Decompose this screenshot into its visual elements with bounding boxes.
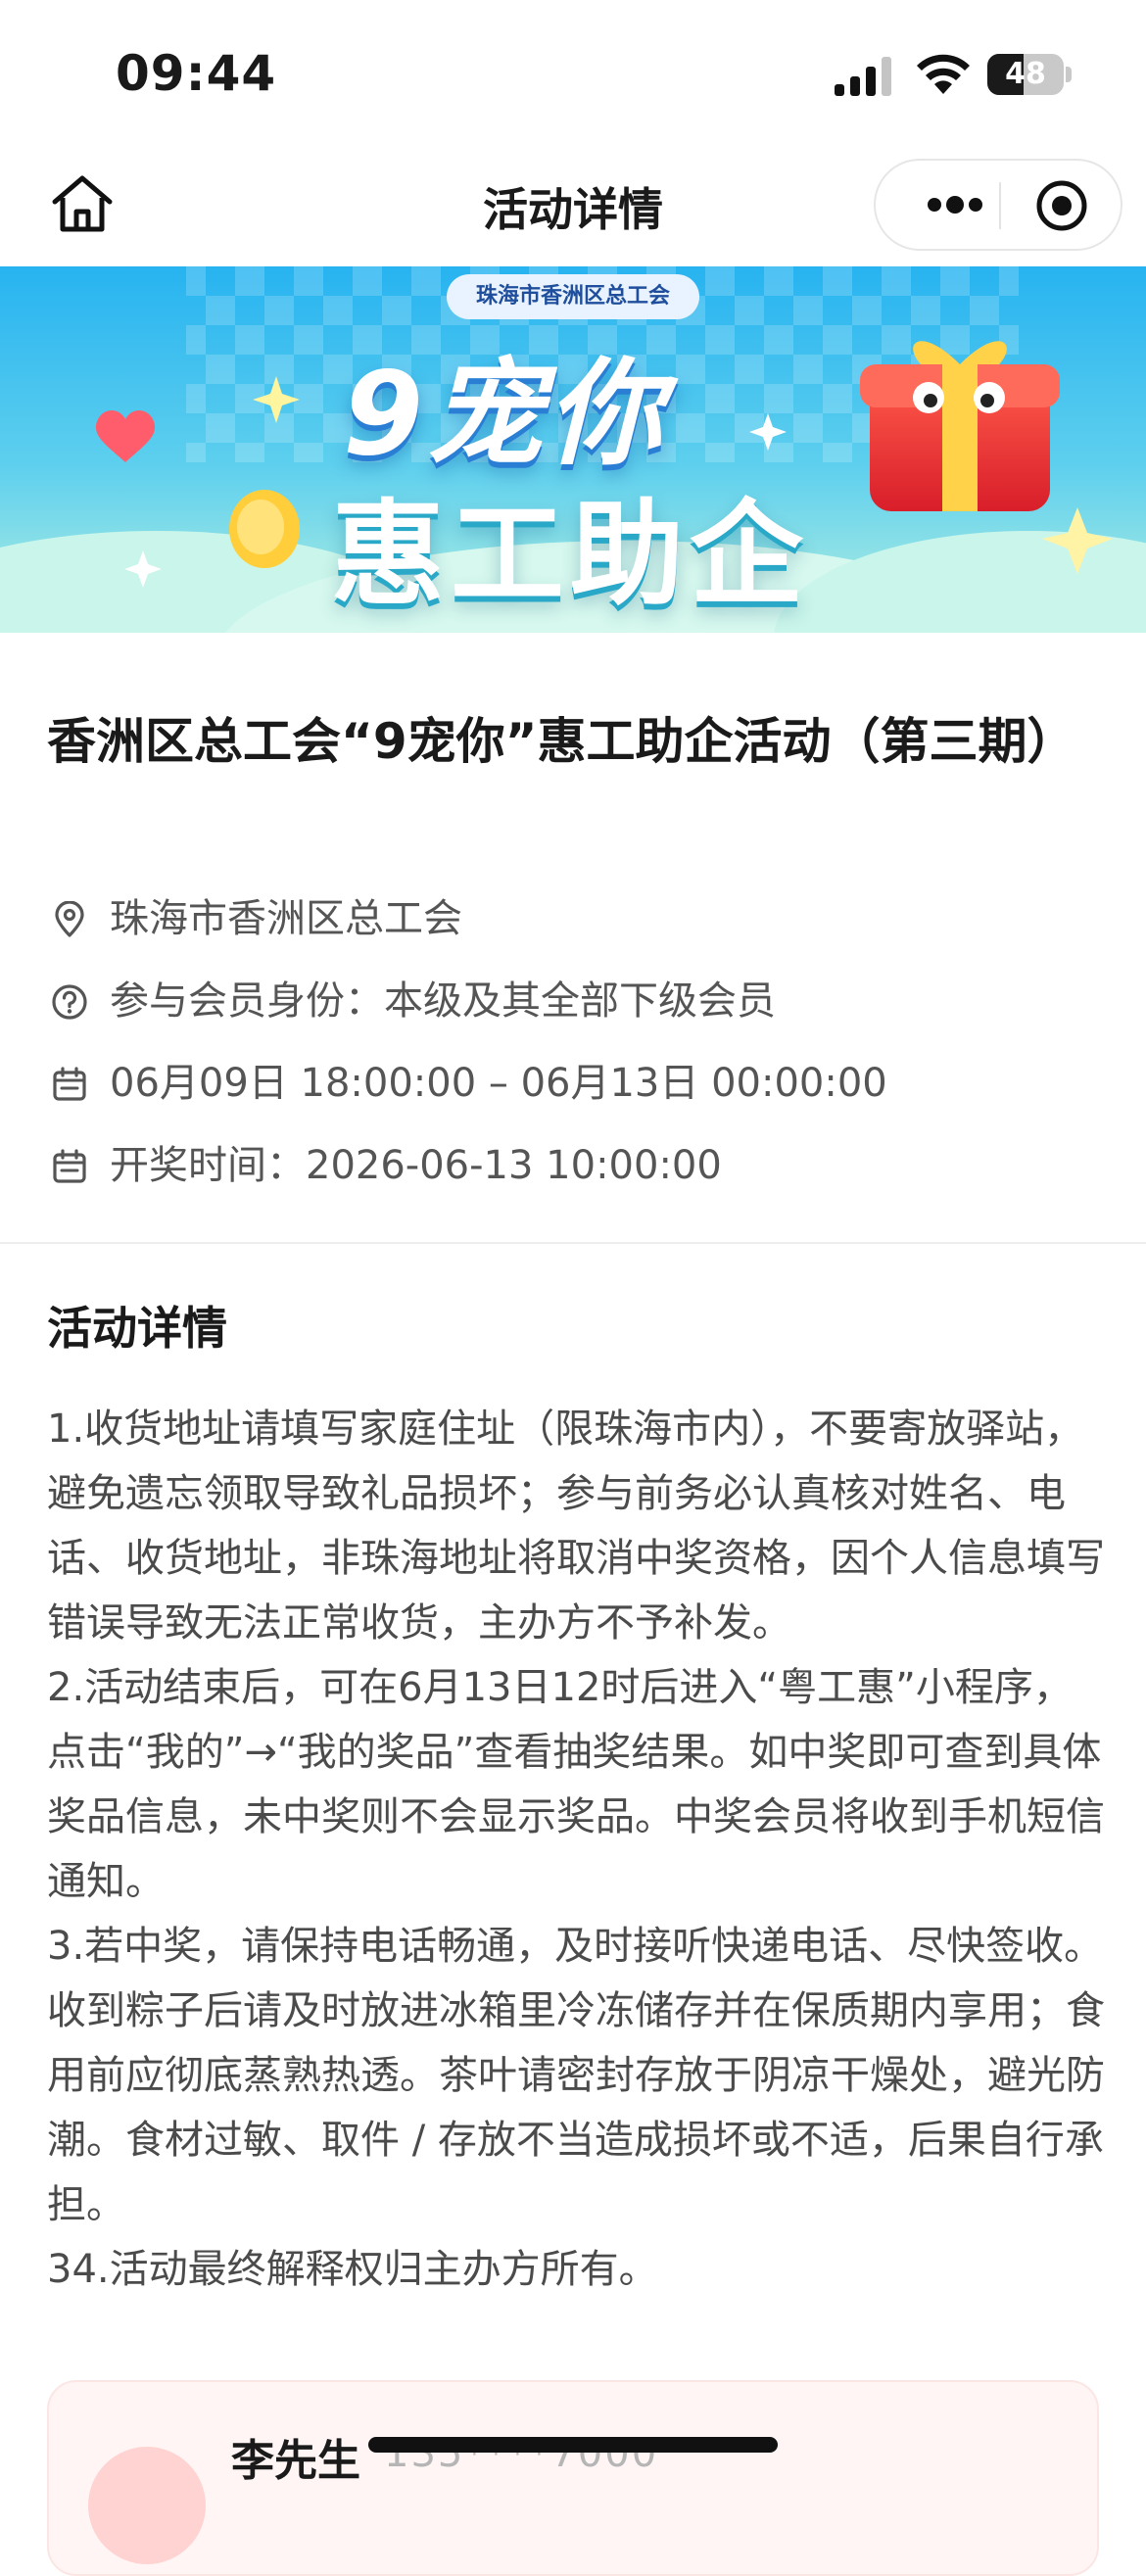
- contact-name: 李先生: [231, 2436, 360, 2486]
- details-item: 34.活动最终解释权归主办方所有。: [47, 2247, 658, 2292]
- event-banner: 珠海市香洲区总工会 9宠你 惠工助企: [0, 266, 1146, 633]
- avatar: [88, 2447, 206, 2564]
- details-heading: 活动详情: [47, 1302, 227, 1355]
- time-range-text: 06月09日 18:00:00 – 06月13日 00:00:00: [110, 1061, 887, 1106]
- mini-program-capsule: [874, 159, 1122, 251]
- member-identity-text: 参与会员身份：本级及其全部下级会员: [110, 978, 776, 1024]
- home-indicator[interactable]: [368, 2437, 778, 2453]
- status-bar: 09:44 48: [0, 0, 1146, 147]
- member-identity-row: 参与会员身份：本级及其全部下级会员: [47, 972, 1105, 1030]
- section-divider: [0, 1242, 1146, 1244]
- time-range-row: 06月09日 18:00:00 – 06月13日 00:00:00: [47, 1054, 1105, 1113]
- nav-bar: 活动详情: [0, 147, 1146, 266]
- event-title: 香洲区总工会“9宠你”惠工助企活动（第三期）: [47, 713, 1076, 770]
- details-body: 1.收货地址请填写家庭住址（限珠海市内），不要寄放驿站，避免遗忘领取导致礼品损坏…: [47, 1397, 1105, 2302]
- battery-level: 48: [1005, 57, 1046, 91]
- status-time: 09:44: [116, 45, 277, 102]
- close-target-icon[interactable]: [1034, 178, 1089, 233]
- banner-title-line2: 惠工助企: [331, 489, 809, 621]
- wifi-icon: [917, 54, 970, 94]
- banner-organizer-badge: 珠海市香洲区总工会: [447, 274, 699, 319]
- details-item: 1.收货地址请填写家庭住址（限珠海市内），不要寄放驿站，避免遗忘领取导致礼品损坏…: [47, 1407, 1105, 1646]
- question-circle-icon: [52, 984, 87, 1020]
- location-pin-icon: [55, 901, 84, 937]
- draw-time-text: 开奖时间：2026-06-13 10:00:00: [110, 1143, 722, 1188]
- calendar-icon: [53, 1149, 86, 1183]
- capsule-divider: [999, 182, 1001, 229]
- calendar-icon: [53, 1067, 86, 1101]
- contact-card[interactable]: 李先生 135****7000: [47, 2380, 1099, 2576]
- signal-icon: [835, 57, 891, 96]
- draw-time-row: 开奖时间：2026-06-13 10:00:00: [47, 1136, 1105, 1195]
- organizer-row: 珠海市香洲区总工会: [47, 889, 1105, 948]
- details-item: 3.若中奖，请保持电话畅通，及时接听快递电话、尽快签收。收到粽子后请及时放进冰箱…: [47, 1924, 1105, 2227]
- battery-icon: 48: [987, 54, 1072, 95]
- more-icon[interactable]: [913, 180, 997, 229]
- details-item: 2.活动结束后，可在6月13日12时后进入“粤工惠”小程序，点击“我的”→“我的…: [47, 1665, 1105, 1904]
- organizer-text: 珠海市香洲区总工会: [110, 896, 462, 941]
